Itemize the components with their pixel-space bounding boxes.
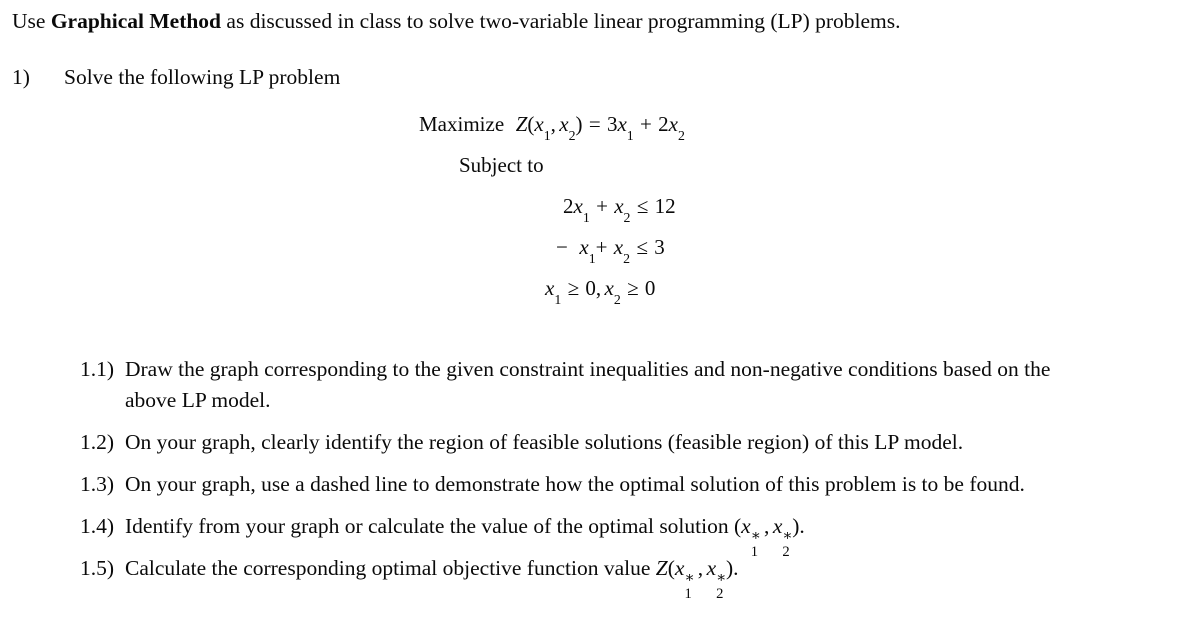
subitem-1-1-label: 1.1) (80, 357, 115, 381)
objective-term1-subscript: 1 (626, 128, 634, 144)
subitem-1-4-text-after: ). (792, 514, 805, 538)
constraint3-relation-2: ≥ (627, 276, 639, 300)
paren-open: ( (667, 556, 675, 580)
constraint2-var1-subscript: 1 (588, 251, 596, 267)
subitem-1-1: 1.1) Draw the graph corresponding to the… (0, 354, 1200, 416)
subitem-1-5-text-after: ). (726, 556, 739, 580)
question-1-text: Solve the following LP problem (64, 65, 341, 89)
subitem-1-5-text: Calculate the corresponding optimal obje… (125, 553, 1165, 602)
objective-term2-subscript: 2 (677, 128, 685, 144)
comma: , (764, 514, 770, 538)
objective-z-symbol-1-5: Z (655, 556, 668, 580)
constraint1-var1: x (573, 194, 583, 218)
objective-var2: x (559, 112, 569, 136)
subitem-1-2-label: 1.2) (80, 430, 115, 454)
subitem-1-2-text: On your graph, clearly identify the regi… (125, 430, 964, 454)
optimal-x1-base: x (741, 514, 751, 538)
constraint-1-line: 2x1 + x2 ≤12 (0, 186, 1200, 227)
optimal-x1-base: x (674, 556, 685, 580)
subitem-1-4-text-before: Identify from your graph or calculate th… (125, 514, 742, 538)
constraint1-var2-subscript: 2 (623, 210, 631, 226)
subitem-1-4: 1.4) Identify from your graph or calcula… (0, 511, 1200, 560)
intro-paragraph: Use Graphical Method as discussed in cla… (12, 6, 901, 36)
constraint3-var1: x (545, 276, 555, 300)
constraint3-rhs-2: 0 (644, 276, 656, 300)
comma: , (550, 112, 556, 136)
question-1-line: 1) Solve the following LP problem (12, 62, 340, 92)
optimal-x1-symbol: x ∗ 1 (741, 511, 761, 560)
objective-z-symbol: Z (515, 112, 528, 136)
document-page: Use Graphical Method as discussed in cla… (0, 0, 1200, 621)
constraint3-rhs-1: 0 (585, 276, 596, 300)
objective-var2-subscript: 2 (568, 128, 576, 144)
objective-coefficient-1: 3 (606, 112, 618, 136)
objective-function-line: Maximize Z(x1, x2) = 3x1 +2x2 (0, 104, 1200, 145)
intro-prefix: Use (12, 9, 51, 33)
constraint2-operator: + (595, 235, 608, 259)
constraint2-relation: ≤ (636, 235, 648, 259)
subitem-1-4-label: 1.4) (80, 514, 115, 538)
comma: , (595, 276, 602, 300)
subject-to-line: Subject to (0, 145, 1200, 186)
constraint3-var1-subscript: 1 (554, 292, 562, 308)
constraint1-operator: + (596, 194, 608, 218)
constraint1-var2: x (614, 194, 624, 218)
paren-close: ) (575, 112, 583, 136)
subject-to-label: Subject to (459, 153, 544, 177)
optimal-x2-symbol: x ∗ 2 (772, 511, 793, 560)
subitem-1-5-text-before: Calculate the corresponding optimal obje… (125, 556, 656, 580)
subitem-1-1-text: Draw the graph corresponding to the give… (125, 357, 1051, 381)
optimal-x2-base: x (772, 514, 783, 538)
intro-suffix: as discussed in class to solve two-varia… (221, 9, 901, 33)
constraint2-var1: x (579, 235, 589, 259)
objective-var1-subscript: 1 (543, 128, 551, 144)
constraint3-var2: x (604, 276, 614, 300)
constraint1-coefficient: 2 (563, 194, 574, 218)
subitem-1-5: 1.5) Calculate the corresponding optimal… (0, 553, 1200, 602)
optimal-x2-base: x (706, 556, 717, 580)
subitem-1-4-text: Identify from your graph or calculate th… (125, 511, 1165, 560)
objective-term2-var: x (668, 112, 678, 136)
constraint3-relation-1: ≥ (567, 276, 580, 300)
objective-coefficient-2: 2 (658, 112, 669, 136)
subitem-1-3-text: On your graph, use a dashed line to demo… (125, 472, 1025, 496)
subitem-1-2: 1.2) On your graph, clearly identify the… (0, 427, 1200, 458)
intro-bold-term: Graphical Method (50, 9, 222, 33)
constraint2-var2: x (613, 235, 624, 259)
subitem-1-1-continuation: above LP model. (125, 388, 271, 412)
constraint-2-line: − x1+ x2 ≤3 (0, 227, 1200, 268)
subitem-1-3-label: 1.3) (80, 472, 115, 496)
constraint2-var2-subscript: 2 (623, 251, 631, 267)
optimal-x2-subscript: 2 (716, 585, 724, 602)
question-1-number: 1) (12, 65, 30, 89)
constraint1-var1-subscript: 1 (582, 210, 590, 226)
optimal-x2-symbol: x ∗ 2 (706, 553, 727, 602)
objective-term1-var: x (617, 112, 627, 136)
optimal-x1-subscript: 1 (684, 585, 692, 602)
plus-sign: + (640, 112, 652, 136)
subitem-1-3: 1.3) On your graph, use a dashed line to… (0, 469, 1200, 500)
constraint-3-line: x1 ≥0, x2 ≥0 (0, 268, 1200, 309)
objective-var1: x (534, 112, 544, 136)
equals-sign: = (588, 112, 601, 136)
subitem-list: 1.1) Draw the graph corresponding to the… (0, 354, 1200, 602)
constraint2-rhs: 3 (654, 235, 665, 259)
constraint1-relation: ≤ (636, 194, 649, 218)
constraint3-var2-subscript: 2 (613, 292, 621, 308)
lp-model-block: Maximize Z(x1, x2) = 3x1 +2x2 Subject to 2x1 +… (0, 104, 1200, 309)
optimal-x1-symbol: x ∗ 1 (674, 553, 695, 602)
objective-label: Maximize (419, 112, 505, 136)
subitem-1-5-label: 1.5) (80, 556, 115, 580)
comma: , (697, 556, 704, 580)
constraint1-rhs: 12 (654, 194, 676, 218)
constraint2-leading-sign: − (556, 235, 568, 259)
